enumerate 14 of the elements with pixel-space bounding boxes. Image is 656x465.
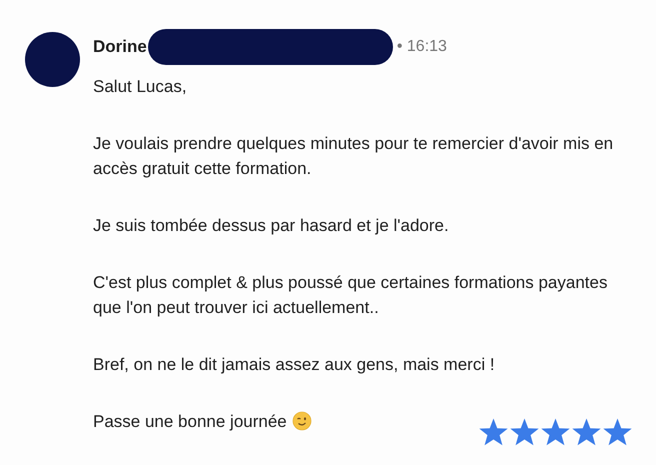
star-icon	[478, 417, 509, 447]
message-paragraph: Bref, on ne le dit jamais assez aux gens, mais merci !	[93, 354, 496, 376]
star-icon	[571, 417, 602, 447]
message-paragraph: Je voulais prendre quelques minutes pour te remercier d'avoir mis en accès gratuit cette formation.	[93, 133, 614, 180]
message-paragraph: C'est plus complet & plus poussé que certaines formations payantes que l'on peut trouver ici actuellement..	[93, 272, 608, 319]
message-paragraph: Passe une bonne journée	[93, 411, 287, 433]
wink-face-icon	[292, 411, 312, 431]
message-paragraph: Je suis tombée dessus par hasard et je l'adore.	[93, 215, 450, 237]
message-paragraph: Salut Lucas,	[93, 76, 188, 98]
star-icon	[509, 417, 540, 447]
star-icon	[602, 417, 633, 447]
star-icon	[540, 417, 571, 447]
sender-name: Dorine	[93, 37, 147, 57]
message-time: • 16:13	[396, 38, 447, 56]
